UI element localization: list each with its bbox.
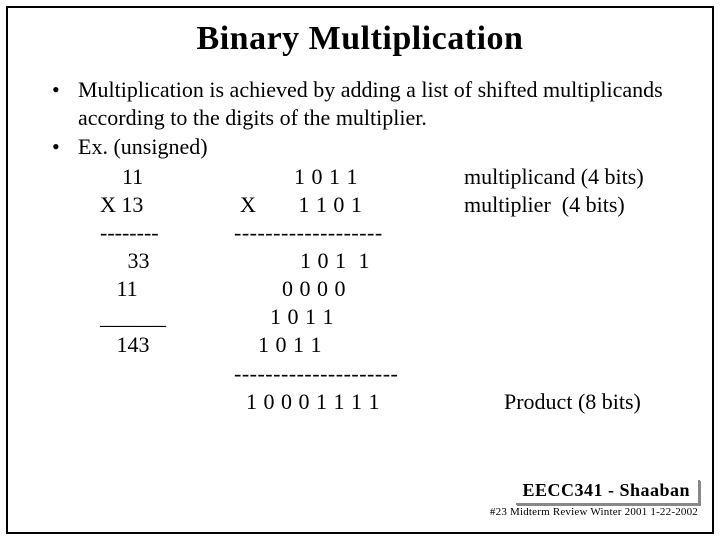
bin-product: 1 0 0 0 1 1 1 1	[234, 388, 464, 416]
dec-partial2: 11	[44, 275, 234, 303]
dec-sep1: --------	[44, 219, 234, 247]
dec-underline: ______	[44, 303, 234, 331]
bin-partial4: 1 0 1 1	[234, 331, 464, 359]
dec-multiplicand: 11	[44, 163, 234, 191]
footer: EECC341 - Shaaban #23 Midterm Review Win…	[490, 478, 698, 518]
bin-sep2: ---------------------	[234, 360, 464, 388]
footer-meta: #23 Midterm Review Winter 2001 1-22-2002	[490, 506, 698, 518]
bin-partial2: 0 0 0 0	[234, 275, 464, 303]
bin-sep1: -------------------	[234, 219, 464, 247]
dec-multiplier: X 13	[44, 191, 234, 219]
bullet-2: Ex. (unsigned)	[44, 133, 676, 161]
footer-course: EECC341 - Shaaban	[514, 478, 698, 503]
dec-result: 143	[44, 331, 234, 359]
worked-example: 11 1 0 1 1 multiplicand (4 bits) X 13 X …	[44, 163, 676, 416]
label-product: Product (8 bits)	[464, 388, 676, 416]
bin-multiplier: X 1 1 0 1	[234, 191, 464, 219]
slide-title: Binary Multiplication	[8, 20, 712, 58]
label-multiplier: multiplier (4 bits)	[464, 191, 676, 219]
label-multiplicand: multiplicand (4 bits)	[464, 163, 676, 191]
bin-partial3: 1 0 1 1	[234, 303, 464, 331]
dec-partial1: 33	[44, 247, 234, 275]
bullet-1: Multiplication is achieved by adding a l…	[44, 76, 676, 131]
bin-multiplicand: 1 0 1 1	[234, 163, 464, 191]
bin-partial1: 1 0 1 1	[234, 247, 464, 275]
slide-content: Multiplication is achieved by adding a l…	[44, 76, 676, 416]
